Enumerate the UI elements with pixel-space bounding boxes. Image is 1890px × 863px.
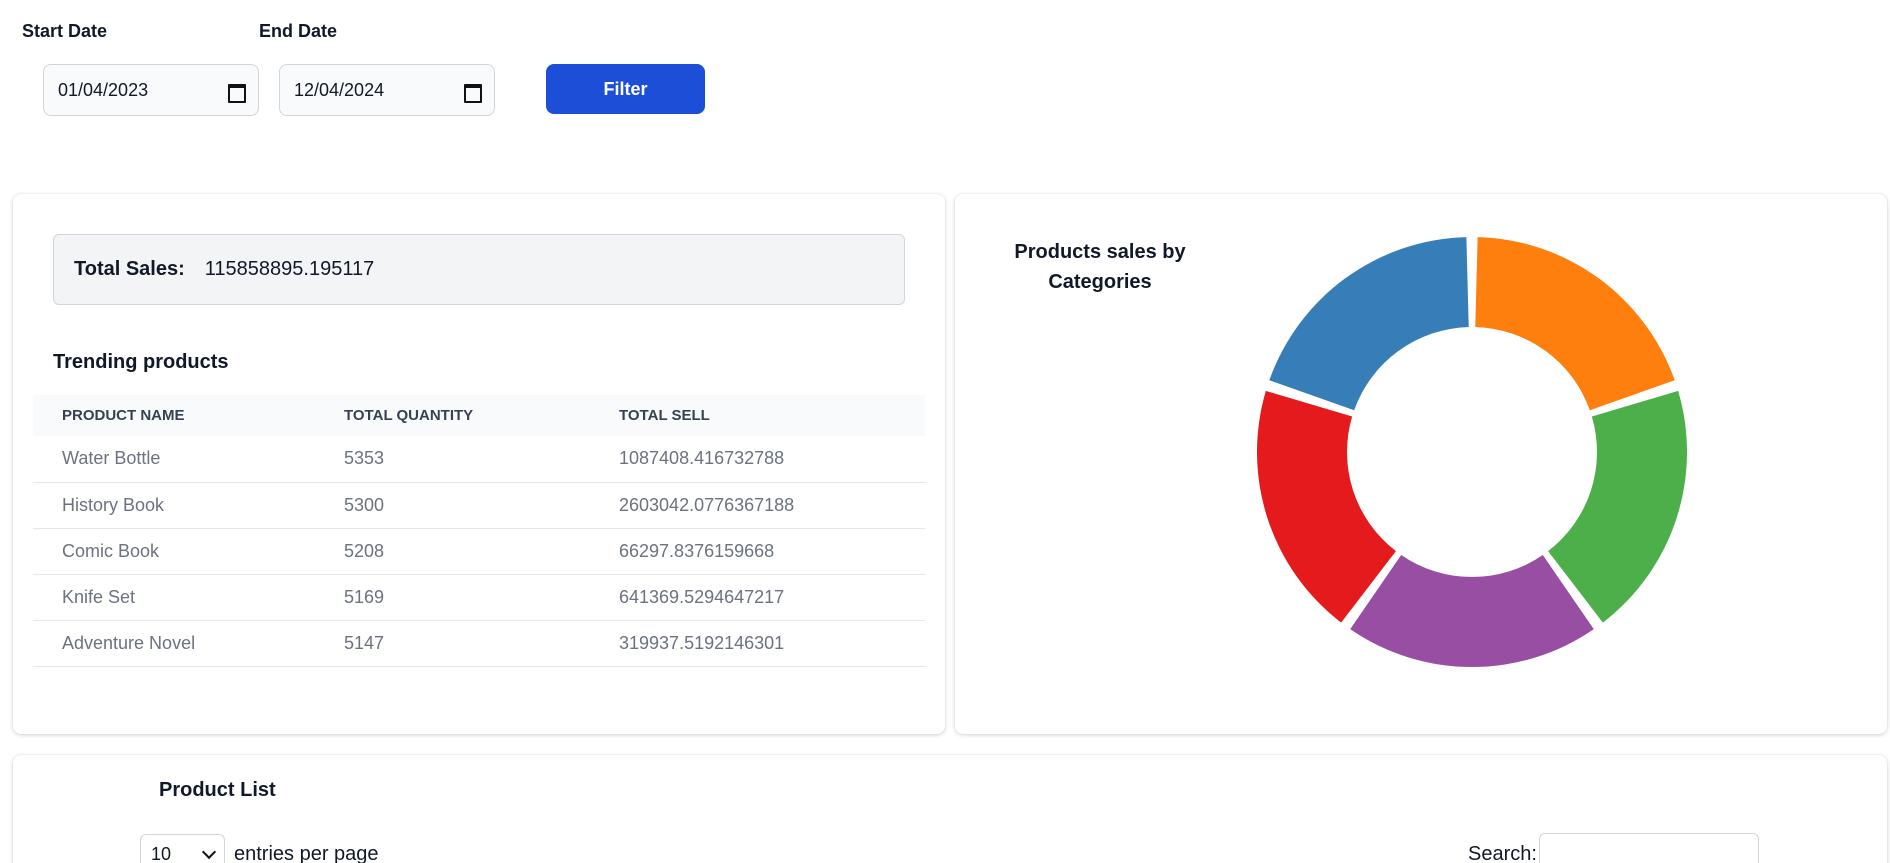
start-date-value: 01/04/2023 (58, 79, 149, 100)
sell-cell: 319937.5192146301 (590, 620, 925, 667)
table-row: Knife Set 5169 641369.5294647217 (33, 574, 925, 621)
donut-slice-5[interactable] (1269, 237, 1469, 411)
quantity-cell: 5353 (315, 436, 590, 483)
quantity-cell: 5147 (315, 620, 590, 667)
category-donut-chart (1257, 237, 1687, 667)
start-date-label: Start Date (22, 21, 108, 41)
total-sales-label: Total Sales: (74, 258, 185, 280)
end-date-input[interactable]: 12/04/2024 (279, 64, 495, 116)
donut-slice-4[interactable] (1257, 390, 1396, 623)
sales-summary-card: Total Sales: 115858895.195117 Trending p… (13, 194, 945, 734)
entries-value: 10 (151, 843, 172, 863)
calendar-icon[interactable] (226, 81, 246, 103)
product-name-cell: Water Bottle (33, 436, 315, 483)
sell-cell: 641369.5294647217 (590, 574, 925, 621)
header-total-quantity: TOTAL QUANTITY (315, 395, 590, 436)
product-name-cell: Adventure Novel (33, 620, 315, 667)
entries-per-page-select[interactable]: 10 (140, 834, 225, 863)
header-product-name: PRODUCT NAME (33, 395, 315, 436)
table-row: History Book 5300 2603042.0776367188 (33, 482, 925, 529)
sell-cell: 66297.8376159668 (590, 528, 925, 575)
search-label: Search: (1468, 843, 1537, 863)
sell-cell: 2603042.0776367188 (590, 482, 925, 529)
category-chart-card: Products sales by Categories (955, 194, 1887, 734)
product-list-title: Product List (159, 779, 276, 801)
entries-per-page-label: entries per page (234, 843, 379, 863)
table-row: Comic Book 5208 66297.8376159668 (33, 528, 925, 575)
search-input[interactable] (1539, 833, 1759, 863)
quantity-cell: 5300 (315, 482, 590, 529)
filter-button[interactable]: Filter (546, 64, 705, 114)
chevron-down-icon (201, 844, 217, 859)
total-sales-value: 115858895.195117 (204, 258, 375, 280)
product-name-cell: Knife Set (33, 574, 315, 621)
donut-slice-2[interactable] (1548, 390, 1687, 623)
product-name-cell: Comic Book (33, 528, 315, 575)
table-row: Water Bottle 5353 1087408.416732788 (33, 436, 925, 483)
product-list-card: Product List 10 entries per page Search: (13, 755, 1887, 863)
end-date-value: 12/04/2024 (294, 79, 385, 100)
table-header-row: PRODUCT NAME TOTAL QUANTITY TOTAL SELL (33, 395, 925, 436)
donut-slice-1[interactable] (1475, 237, 1675, 411)
table-row: Adventure Novel 5147 319937.5192146301 (33, 620, 925, 667)
sell-cell: 1087408.416732788 (590, 436, 925, 483)
total-sales-box: Total Sales: 115858895.195117 (53, 234, 905, 305)
calendar-icon[interactable] (462, 81, 482, 103)
trending-products-table: PRODUCT NAME TOTAL QUANTITY TOTAL SELL W… (33, 395, 925, 667)
quantity-cell: 5208 (315, 528, 590, 575)
donut-slice-3[interactable] (1350, 555, 1594, 667)
end-date-label: End Date (259, 21, 338, 41)
product-name-cell: History Book (33, 482, 315, 529)
header-total-sell: TOTAL SELL (590, 395, 925, 436)
trending-products-title: Trending products (53, 351, 229, 373)
start-date-input[interactable]: 01/04/2023 (43, 64, 259, 116)
quantity-cell: 5169 (315, 574, 590, 621)
